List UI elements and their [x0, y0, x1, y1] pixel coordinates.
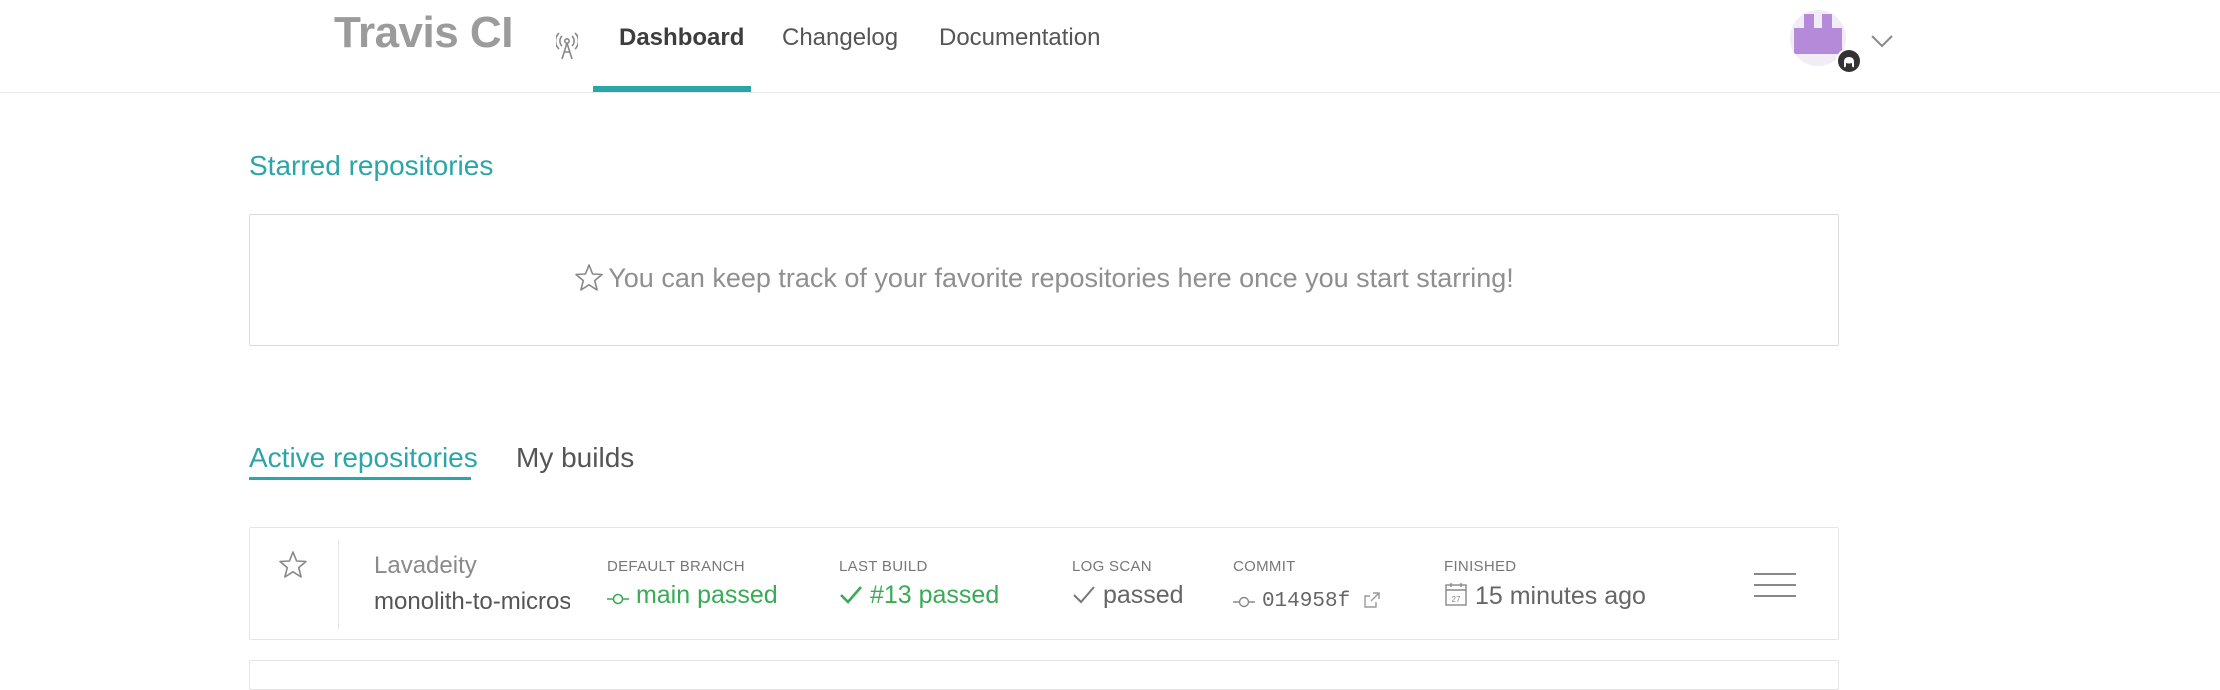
- starred-empty-message: You can keep track of your favorite repo…: [250, 263, 1838, 294]
- nav-dashboard[interactable]: Dashboard: [619, 24, 744, 52]
- nav-changelog[interactable]: Changelog: [782, 24, 898, 52]
- repo-row[interactable]: [249, 660, 1839, 690]
- tab-active-repositories[interactable]: Active repositories: [249, 442, 478, 474]
- commit-label: COMMIT: [1233, 558, 1296, 575]
- starred-repositories-title: Starred repositories: [249, 150, 494, 181]
- external-link-icon[interactable]: [1363, 591, 1381, 609]
- default-branch-status[interactable]: main passed: [607, 581, 778, 610]
- default-branch-label: DEFAULT BRANCH: [607, 558, 745, 575]
- repo-name[interactable]: monolith-to-microservices: [374, 588, 570, 616]
- top-header: Travis CI Dashboard Changelog Documentat…: [0, 0, 2220, 93]
- commit-node-icon: [607, 593, 629, 605]
- last-build-status[interactable]: #13 passed: [839, 581, 999, 610]
- tab-my-builds[interactable]: My builds: [516, 442, 634, 474]
- repo-row[interactable]: Lavadeity monolith-to-microservices DEFA…: [249, 527, 1839, 640]
- calendar-icon: 27: [1445, 583, 1467, 606]
- finished-label: FINISHED: [1444, 558, 1517, 575]
- repo-owner[interactable]: Lavadeity: [374, 552, 477, 580]
- check-icon: [1073, 586, 1095, 604]
- nav-documentation[interactable]: Documentation: [939, 24, 1100, 52]
- nav-active-indicator: [593, 86, 751, 92]
- tab-active-indicator: [249, 477, 471, 480]
- github-icon: [1836, 48, 1862, 74]
- broadcast-icon[interactable]: [556, 30, 578, 60]
- default-branch-value: main passed: [635, 581, 778, 609]
- starred-empty-box: You can keep track of your favorite repo…: [249, 214, 1839, 346]
- log-scan-label: LOG SCAN: [1072, 558, 1152, 575]
- row-divider: [338, 540, 339, 630]
- log-scan-value: passed: [1102, 581, 1184, 609]
- travis-ci-logo[interactable]: Travis CI: [334, 8, 513, 58]
- finished-time: 27 15 minutes ago: [1444, 581, 1646, 611]
- calendar-day: 27: [1452, 595, 1461, 604]
- finished-value: 15 minutes ago: [1474, 582, 1646, 610]
- check-icon: [840, 586, 862, 604]
- chevron-down-icon[interactable]: [1870, 34, 1894, 48]
- star-outline-icon: [575, 264, 604, 291]
- star-outline-icon[interactable]: [278, 550, 308, 580]
- commit-link[interactable]: 014958f: [1233, 584, 1381, 613]
- commit-hash: 014958f: [1261, 590, 1351, 613]
- last-build-label: LAST BUILD: [839, 558, 928, 575]
- commit-node-icon: [1233, 596, 1255, 608]
- log-scan-status: passed: [1072, 581, 1184, 610]
- starred-empty-text: You can keep track of your favorite repo…: [608, 263, 1514, 293]
- hamburger-menu-icon[interactable]: [1754, 572, 1796, 598]
- last-build-value: #13 passed: [869, 581, 1000, 609]
